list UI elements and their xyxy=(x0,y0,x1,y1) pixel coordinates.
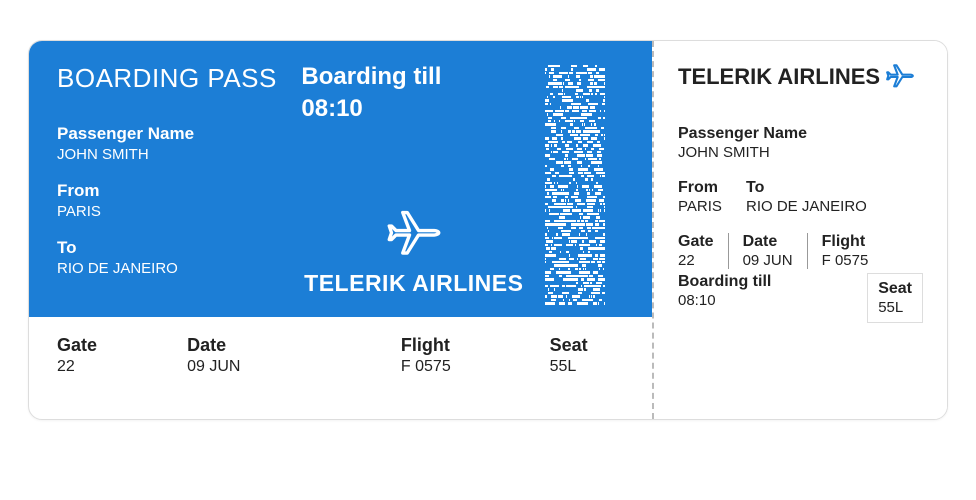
to-label: To xyxy=(57,238,301,258)
stub-date-value: 09 JUN xyxy=(743,252,793,269)
stub-seat-box: Seat 55L xyxy=(867,273,923,323)
stub-from-value: PARIS xyxy=(678,198,746,215)
date-label: Date xyxy=(187,335,401,356)
boarding-till-time: 08:10 xyxy=(301,95,441,123)
gate-value: 22 xyxy=(57,358,187,376)
passenger-field: Passenger Name JOHN SMITH xyxy=(57,124,301,163)
boarding-till-label: Boarding till xyxy=(301,63,441,91)
to-value: RIO DE JANEIRO xyxy=(57,260,301,277)
airplane-icon xyxy=(886,63,914,91)
stub-from-field: From PARIS xyxy=(678,179,746,215)
seat-field: Seat 55L xyxy=(550,335,624,376)
gate-field: Gate 22 xyxy=(57,335,187,376)
seat-label: Seat xyxy=(550,335,624,356)
stub-boarding-till-field: Boarding till 08:10 xyxy=(678,273,771,309)
date-value: 09 JUN xyxy=(187,358,401,376)
boarding-pass: BOARDING PASS Passenger Name JOHN SMITH … xyxy=(28,40,948,420)
stub-header: TELERIK AIRLINES xyxy=(678,63,923,91)
stub-to-field: To RIO DE JANEIRO xyxy=(746,179,867,215)
stub-passenger-value: JOHN SMITH xyxy=(678,144,923,161)
barcode xyxy=(545,65,605,305)
stub-date-label: Date xyxy=(743,233,793,251)
stub-date-field: Date 09 JUN xyxy=(728,233,807,269)
flight-value: F 0575 xyxy=(401,358,550,376)
stub-flight-label: Flight xyxy=(822,233,869,251)
boarding-till-block: Boarding till 08:10 xyxy=(301,63,441,123)
stub-to-value: RIO DE JANEIRO xyxy=(746,198,867,215)
stub-passenger-field: Passenger Name JOHN SMITH xyxy=(678,125,923,161)
stub-seat-value: 55L xyxy=(878,299,912,316)
main-panel: BOARDING PASS Passenger Name JOHN SMITH … xyxy=(29,41,654,419)
barcode-column xyxy=(526,63,624,297)
stub-flight-field: Flight F 0575 xyxy=(807,233,883,269)
passenger-label: Passenger Name xyxy=(57,124,301,144)
boarding-pass-title: BOARDING PASS xyxy=(57,63,301,94)
date-field: Date 09 JUN xyxy=(187,335,401,376)
seat-value: 55L xyxy=(550,358,624,376)
stub-airline-name: TELERIK AIRLINES xyxy=(678,64,880,90)
airplane-icon xyxy=(387,208,441,262)
from-value: PARIS xyxy=(57,203,301,220)
stub-seat-label: Seat xyxy=(878,280,912,298)
airline-block: TELERIK AIRLINES xyxy=(304,208,523,297)
stub-from-label: From xyxy=(678,179,746,197)
flight-field: Flight F 0575 xyxy=(401,335,550,376)
stub-gate-label: Gate xyxy=(678,233,714,251)
stub-boarding-till-value: 08:10 xyxy=(678,292,771,309)
stub-boarding-till-label: Boarding till xyxy=(678,273,771,291)
flight-label: Flight xyxy=(401,335,550,356)
airline-name: TELERIK AIRLINES xyxy=(304,270,523,297)
left-column: BOARDING PASS Passenger Name JOHN SMITH … xyxy=(57,63,301,297)
gate-label: Gate xyxy=(57,335,187,356)
stub-gate-date-flight-row: Gate 22 Date 09 JUN Flight F 0575 xyxy=(678,233,923,269)
stub-gate-value: 22 xyxy=(678,252,714,269)
stub-from-to-row: From PARIS To RIO DE JANEIRO xyxy=(678,179,923,215)
main-white-section: Gate 22 Date 09 JUN Flight F 0575 Seat 5… xyxy=(29,317,652,394)
stub-panel: TELERIK AIRLINES Passenger Name JOHN SMI… xyxy=(654,41,947,419)
passenger-value: JOHN SMITH xyxy=(57,146,301,163)
stub-gate-field: Gate 22 xyxy=(678,233,728,269)
stub-passenger-label: Passenger Name xyxy=(678,125,923,143)
main-blue-section: BOARDING PASS Passenger Name JOHN SMITH … xyxy=(29,41,652,317)
to-field: To RIO DE JANEIRO xyxy=(57,238,301,277)
stub-flight-value: F 0575 xyxy=(822,252,869,269)
from-label: From xyxy=(57,181,301,201)
center-column: Boarding till 08:10 TELERIK AIRLINES xyxy=(301,63,526,297)
stub-to-label: To xyxy=(746,179,867,197)
from-field: From PARIS xyxy=(57,181,301,220)
stub-bottom-row: Boarding till 08:10 Seat 55L xyxy=(678,273,923,327)
